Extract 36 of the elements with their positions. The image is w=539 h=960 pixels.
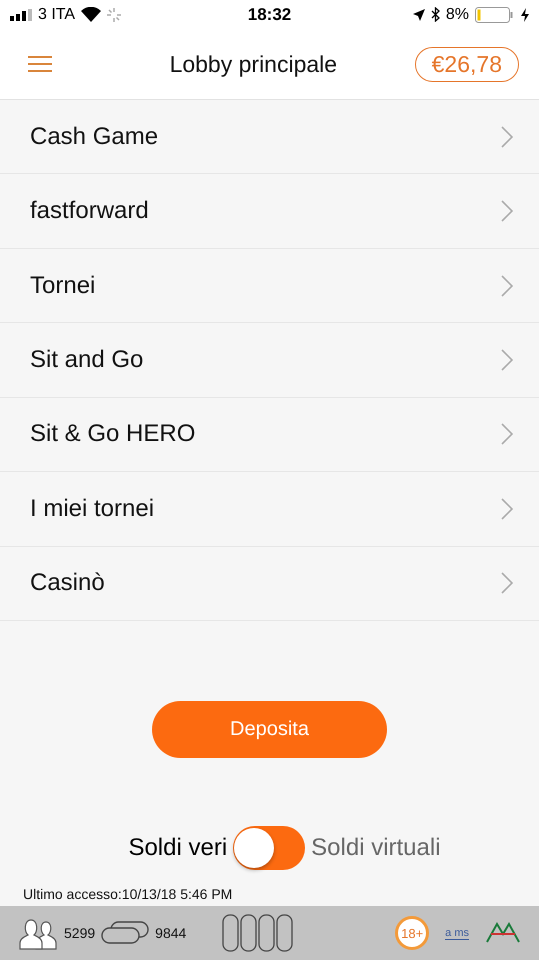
toggle-label: Soldi veri xyxy=(128,834,228,862)
age-badge: 18+ xyxy=(395,916,430,950)
battery-percent: 8% xyxy=(446,6,469,24)
menu-icon[interactable] xyxy=(28,56,52,72)
tables-count: 9844 xyxy=(155,925,186,942)
clock-time: 18:32 xyxy=(248,4,292,25)
bluetooth-icon xyxy=(430,7,440,22)
menu-item[interactable]: Sit and Go xyxy=(30,346,144,374)
chevron-icon xyxy=(501,572,513,594)
menu-item[interactable]: Casinò xyxy=(30,569,105,598)
menu-item[interactable]: I miei tornei xyxy=(30,494,154,523)
signal-icon xyxy=(10,8,32,21)
tables-icon xyxy=(101,921,150,946)
toggle-label: Soldi virtuali xyxy=(311,834,441,862)
chevron-icon xyxy=(501,200,513,222)
loading-icon xyxy=(107,8,122,22)
carrier-name: 3 ITA xyxy=(38,6,76,24)
menu-item[interactable]: Tornei xyxy=(30,272,96,300)
chevron-icon xyxy=(501,498,513,520)
last-access-text: Ultimo accesso:10/13/18 5:46 PM xyxy=(23,886,234,902)
chevron-icon xyxy=(501,274,513,297)
cards-icon xyxy=(222,914,294,952)
battery-icon xyxy=(474,6,515,23)
location-icon xyxy=(412,8,425,21)
money-toggle[interactable] xyxy=(233,826,306,870)
page-title: Lobby principale xyxy=(170,50,338,78)
menu-item[interactable]: Sit & Go HERO xyxy=(30,420,196,448)
players-count: 5299 xyxy=(64,925,96,942)
menu-item[interactable]: fastforward xyxy=(30,197,149,226)
menu-item[interactable]: Cash Game xyxy=(30,122,158,151)
charging-icon xyxy=(520,8,529,22)
chevron-icon xyxy=(501,423,513,446)
chevron-icon xyxy=(501,349,513,372)
ams-logo: a ms xyxy=(445,926,469,940)
wifi-icon xyxy=(81,7,102,22)
chevron-icon xyxy=(501,126,513,148)
